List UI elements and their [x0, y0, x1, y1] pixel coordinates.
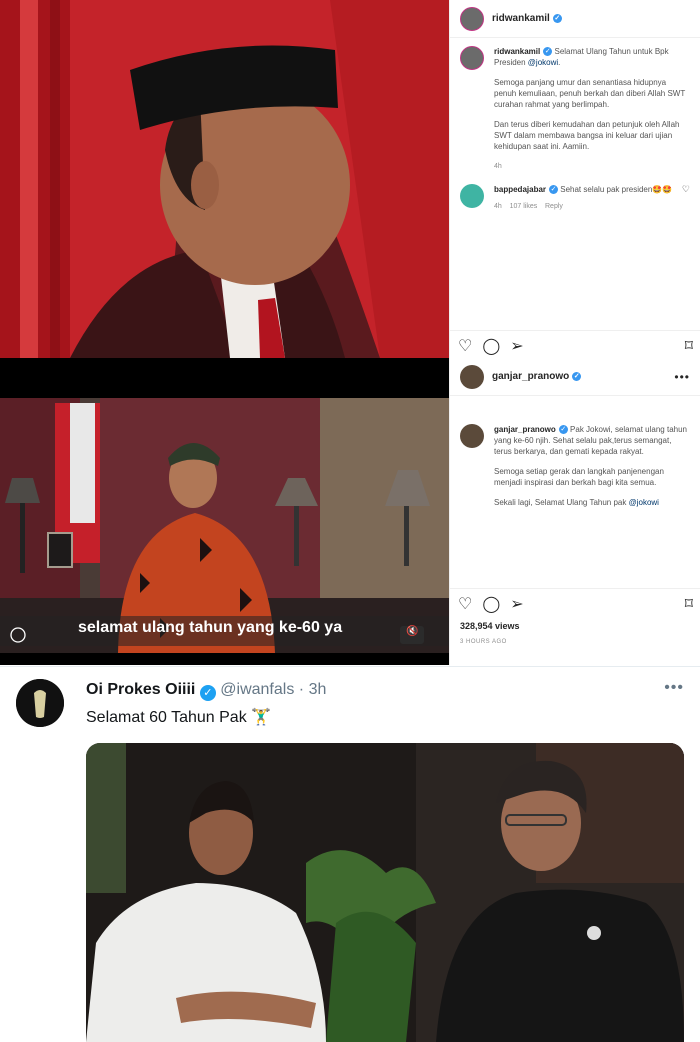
comment-icon[interactable]: ◯	[482, 336, 500, 356]
avatar[interactable]	[460, 6, 484, 31]
caption-paragraph-3: Dan terus diberi kemudahan dan petunjuk …	[494, 120, 680, 151]
verified-icon: ✓	[552, 13, 562, 23]
share-icon[interactable]: ➢	[510, 336, 523, 356]
avatar[interactable]	[16, 679, 64, 727]
heart-icon[interactable]: ♡	[458, 594, 472, 614]
comment-likes[interactable]: 107 likes	[510, 203, 538, 210]
caption-time: 4h	[494, 163, 502, 170]
bookmark-icon[interactable]: ⌑	[685, 594, 693, 614]
more-options-icon[interactable]: •••	[664, 679, 684, 697]
comment-meta: 4h 107 likes Reply	[494, 201, 672, 212]
caption-text: ridwankamil ✓ Selamat Ulang Tahun untuk B…	[494, 46, 690, 172]
user-handle[interactable]: @iwanfals	[220, 681, 294, 698]
photo-jokowi-portrait	[0, 0, 449, 358]
mention-link[interactable]: @jokowi	[629, 498, 659, 507]
reply-link[interactable]: Reply	[545, 203, 563, 210]
post-actions: ♡ ◯ ➢ ⌑	[450, 588, 700, 618]
post-video-ganjar[interactable]: selamat ulang tahun yang ke-60 ya 🔇	[0, 358, 449, 665]
photo-jokowi-iwan	[86, 743, 684, 1042]
caption-avatar[interactable]	[460, 46, 484, 70]
post-actions: ♡ ◯ ➢ ⌑	[450, 330, 700, 360]
comment-like-icon[interactable]: ♡	[682, 184, 690, 212]
mention-link[interactable]: @jokowi	[528, 58, 558, 67]
comment: bappedajabar ✓ Sehat selalu pak presiden🤩…	[450, 172, 700, 212]
comment-text: bappedajabar ✓ Sehat selalu pak presiden🤩…	[494, 184, 672, 212]
post-header: ganjar_pranowo ✓ •••	[450, 358, 700, 396]
comment-time: 4h	[494, 203, 502, 210]
avatar[interactable]	[460, 364, 484, 389]
bookmark-icon[interactable]: ⌑	[685, 336, 693, 356]
caption-paragraph-2: Semoga setiap gerak dan langkah panjenen…	[494, 467, 664, 487]
caption-line-1-end: .	[558, 58, 561, 67]
post-photo-president[interactable]	[0, 0, 449, 358]
verified-icon: ✓	[543, 47, 553, 57]
caption-username[interactable]: ganjar_pranowo	[494, 425, 556, 434]
verified-icon: ✓	[549, 185, 559, 195]
caption: ganjar_pranowo ✓ Pak Jokowi, selamat ulan…	[450, 396, 700, 517]
tweet-header: Oi Prokes Oiiii ✓ @iwanfals · 3h	[86, 681, 326, 701]
verified-icon: ✓	[199, 685, 216, 701]
more-options-icon[interactable]: •••	[674, 370, 690, 384]
comment-body: Sehat selalu pak presiden🤩🤩	[560, 185, 673, 194]
tweet-time[interactable]: 3h	[309, 681, 327, 698]
username[interactable]: ganjar_pranowo ✓	[492, 371, 582, 382]
avatar-image	[16, 679, 64, 727]
comment-username[interactable]: bappedajabar	[494, 185, 546, 194]
tweet-text: Selamat 60 Tahun Pak 🏋️‍♂️	[86, 709, 272, 726]
caption-text: ganjar_pranowo ✓ Pak Jokowi, selamat ulan…	[494, 424, 690, 517]
comment-icon[interactable]: ◯	[482, 594, 500, 614]
post-header: ridwankamil ✓	[450, 0, 700, 38]
caption-paragraph-2: Semoga panjang umur dan senantiasa hidup…	[494, 78, 686, 109]
verified-icon: ✓	[558, 425, 568, 435]
username[interactable]: ridwankamil ✓	[492, 13, 562, 24]
instagram-post-ganjar: selamat ulang tahun yang ke-60 ya 🔇 ganj…	[0, 358, 700, 665]
post-sidebar: ganjar_pranowo ✓ ••• ganjar_pranowo ✓ Pak …	[449, 358, 700, 665]
view-count[interactable]: 328,954 views	[460, 621, 520, 631]
share-icon[interactable]: ➢	[510, 594, 523, 614]
video-subtitle: selamat ulang tahun yang ke-60 ya	[78, 619, 343, 636]
caption-avatar[interactable]	[460, 424, 484, 448]
tweet: Oi Prokes Oiiii ✓ @iwanfals · 3h ••• Sel…	[0, 666, 700, 1042]
caption: ridwankamil ✓ Selamat Ulang Tahun untuk B…	[450, 38, 700, 172]
separator: ·	[298, 681, 305, 698]
post-sidebar: ridwankamil ✓ ridwankamil ✓ Selamat Ulang …	[449, 0, 700, 358]
caption-username[interactable]: ridwankamil	[494, 47, 540, 56]
time-ago: 3 HOURS AGO	[460, 639, 507, 645]
caption-line-3: Sekali lagi, Selamat Ulang Tahun pak	[494, 498, 629, 507]
verified-icon: ✓	[572, 371, 582, 381]
heart-icon[interactable]: ♡	[458, 336, 472, 356]
display-name[interactable]: Oi Prokes Oiiii	[86, 681, 195, 698]
comment-avatar[interactable]	[460, 184, 484, 208]
tweet-photo[interactable]	[86, 743, 684, 1042]
mute-icon[interactable]: 🔇	[406, 626, 418, 637]
instagram-post-ridwankamil: ridwankamil ✓ ridwankamil ✓ Selamat Ulang …	[0, 0, 700, 358]
